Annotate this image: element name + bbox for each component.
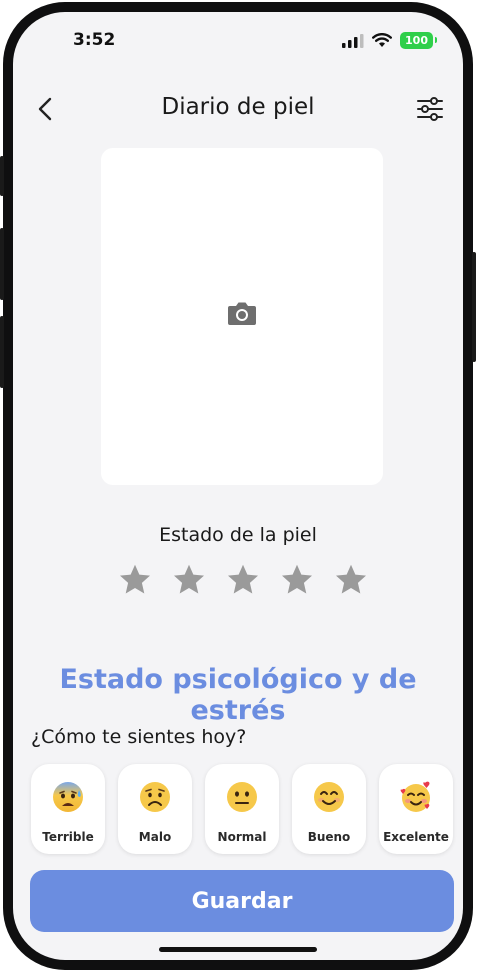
mood-option-excelente[interactable]: Excelente bbox=[379, 764, 453, 854]
volume-down-button bbox=[0, 316, 4, 388]
battery-indicator: 100 bbox=[400, 32, 437, 49]
status-icons: 100 bbox=[342, 32, 437, 49]
home-indicator bbox=[159, 947, 317, 952]
mood-question: ¿Cómo te sientes hoy? bbox=[31, 726, 247, 748]
star-icon[interactable] bbox=[333, 562, 369, 598]
psych-section-title: Estado psicológico y de estrés bbox=[59, 664, 417, 726]
skin-rating-stars bbox=[117, 562, 369, 598]
phone-frame: 3:52 100 Diario de piel Estado de la pie… bbox=[0, 2, 476, 970]
mood-label: Terrible bbox=[42, 830, 94, 844]
mood-option-bueno[interactable]: Bueno bbox=[292, 764, 366, 854]
star-icon[interactable] bbox=[171, 562, 207, 598]
star-icon[interactable] bbox=[225, 562, 261, 598]
save-button[interactable]: Guardar bbox=[30, 870, 454, 932]
mute-switch bbox=[0, 156, 4, 196]
mood-options: Terrible Malo Normal Bueno Excelente bbox=[31, 764, 453, 854]
camera-icon bbox=[228, 302, 256, 325]
smiling-face-icon bbox=[314, 782, 344, 812]
power-button bbox=[472, 252, 476, 362]
screen: 3:52 100 Diario de piel Estado de la pie… bbox=[13, 12, 463, 960]
neutral-face-icon bbox=[227, 782, 257, 812]
photo-upload-area[interactable] bbox=[101, 148, 383, 485]
signal-icon bbox=[342, 33, 364, 48]
star-icon[interactable] bbox=[117, 562, 153, 598]
filter-settings-button[interactable] bbox=[415, 94, 445, 124]
mood-label: Excelente bbox=[383, 830, 449, 844]
skin-state-label: Estado de la piel bbox=[159, 524, 317, 546]
worried-face-icon bbox=[140, 782, 170, 812]
mood-label: Bueno bbox=[307, 830, 351, 844]
star-icon[interactable] bbox=[279, 562, 315, 598]
mood-label: Malo bbox=[138, 830, 172, 844]
wifi-icon bbox=[372, 33, 393, 47]
status-time: 3:52 bbox=[73, 30, 116, 50]
volume-up-button bbox=[0, 228, 4, 300]
mood-option-malo[interactable]: Malo bbox=[118, 764, 192, 854]
page-title: Diario de piel bbox=[161, 94, 315, 120]
mood-option-normal[interactable]: Normal bbox=[205, 764, 279, 854]
mood-option-terrible[interactable]: Terrible bbox=[31, 764, 105, 854]
mood-label: Normal bbox=[217, 830, 267, 844]
anxious-sweat-face-icon bbox=[53, 782, 83, 812]
hearts-face-icon bbox=[400, 781, 430, 812]
